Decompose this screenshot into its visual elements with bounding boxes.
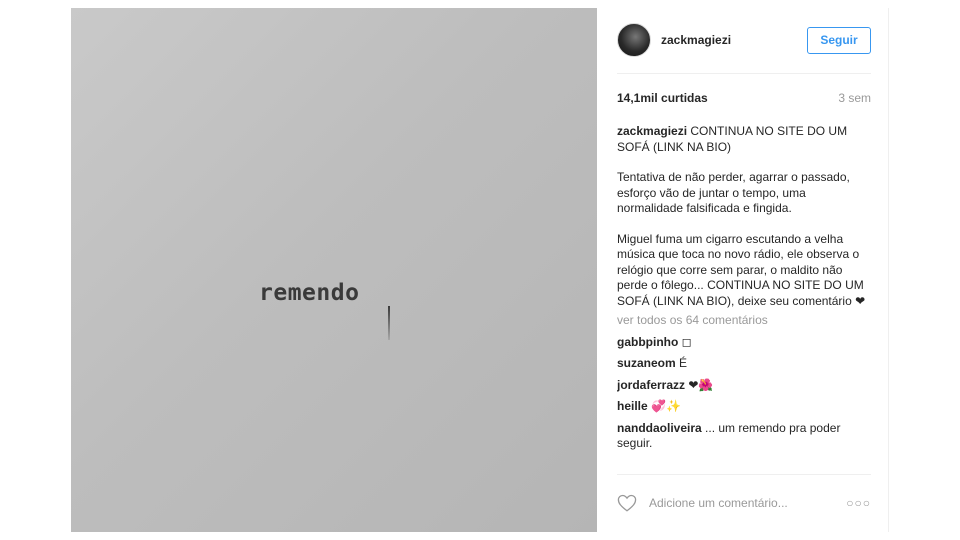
- more-dots-icon[interactable]: ○○○: [846, 496, 871, 510]
- add-comment-input[interactable]: [649, 496, 847, 510]
- comments-divider: [617, 474, 871, 475]
- caption: zackmagiezi CONTINUA NO SITE DO UM SOFÁ …: [617, 124, 871, 309]
- caption-text-2: Tentativa de não perder, agarrar o passa…: [617, 170, 850, 215]
- post-photo[interactable]: remendo: [71, 8, 597, 532]
- comment-item: nanddaoliveira ... um remendo pra poder …: [617, 421, 871, 452]
- ink-drip: [388, 306, 390, 340]
- post-details-panel: zackmagiezi Seguir 14,1mil curtidas 3 se…: [597, 8, 889, 532]
- photo-typed-word: remendo: [259, 280, 360, 306]
- header-divider: [617, 73, 871, 74]
- comment-text: 💞✨: [651, 399, 681, 413]
- comment-item: jordaferrazz ❤🌺: [617, 378, 871, 394]
- comment-username[interactable]: heille: [617, 399, 648, 413]
- post-age[interactable]: 3 sem: [838, 91, 871, 105]
- comment-item: gabbpinho ◻: [617, 335, 871, 351]
- post-header: zackmagiezi Seguir: [617, 22, 871, 58]
- comment-item: heille 💞✨: [617, 399, 871, 415]
- avatar[interactable]: [617, 23, 651, 57]
- comment-username[interactable]: suzaneom: [617, 356, 676, 370]
- comment-text: ❤🌺: [688, 377, 714, 392]
- likes-row: 14,1mil curtidas 3 sem: [617, 91, 871, 105]
- caption-username[interactable]: zackmagiezi: [617, 124, 687, 138]
- comment-text: É: [679, 356, 688, 370]
- heart-outline-icon[interactable]: [617, 494, 637, 512]
- view-all-comments-link[interactable]: ver todos os 64 comentários: [617, 313, 871, 329]
- caption-text-3: Miguel fuma um cigarro escutando a velha…: [617, 231, 866, 308]
- comments-list[interactable]: zackmagiezi CONTINUA NO SITE DO UM SOFÁ …: [617, 124, 871, 474]
- header-username[interactable]: zackmagiezi: [661, 33, 731, 47]
- comment-username[interactable]: nanddaoliveira: [617, 421, 702, 435]
- comment-text: ◻: [681, 334, 692, 349]
- likes-count[interactable]: 14,1mil curtidas: [617, 91, 708, 105]
- follow-button[interactable]: Seguir: [807, 26, 871, 54]
- comment-username[interactable]: gabbpinho: [617, 335, 678, 349]
- comment-item: suzaneom É: [617, 356, 871, 372]
- add-comment-row: ○○○: [617, 492, 871, 514]
- comment-username[interactable]: jordaferrazz: [617, 378, 685, 392]
- caption-line-1: zackmagiezi CONTINUA NO SITE DO UM SOFÁ …: [617, 124, 871, 155]
